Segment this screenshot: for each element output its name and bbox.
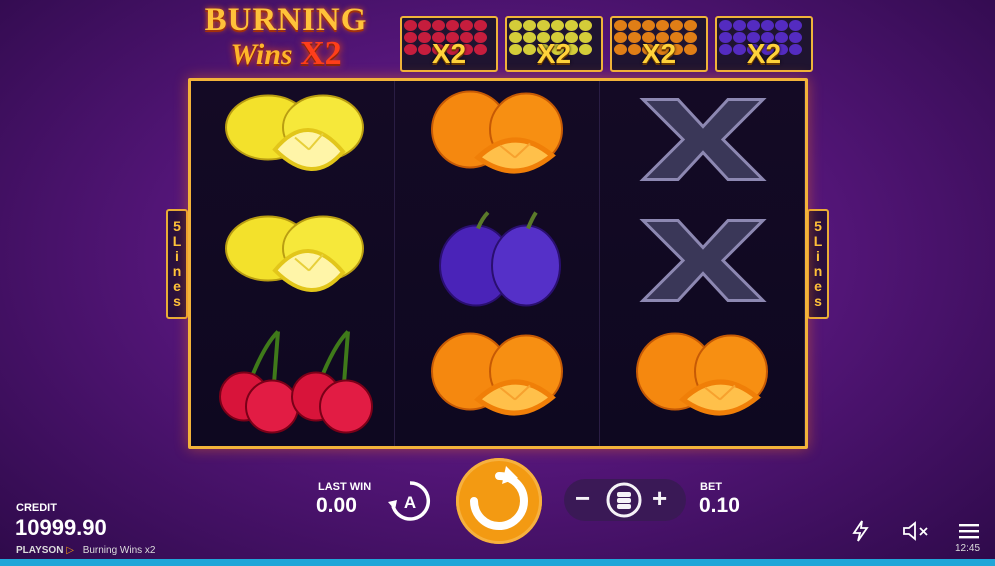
svg-text:A: A [404,493,416,512]
lemon-icon [191,202,395,323]
orange-icon [396,81,600,202]
reel-board [188,78,808,449]
bet-value: 0.10 [699,494,740,517]
menu-button[interactable] [958,520,984,542]
coins-icon[interactable] [604,482,644,518]
multiplier-label: X2 [746,38,782,69]
reel-1 [191,81,395,446]
paylines-indicator-left: 5 L i n e s [166,209,188,319]
bet-label: BET [700,481,722,493]
logo-x2: X2 [300,35,342,72]
multiplier-panel-orange: X2 [610,16,708,72]
multiplier-panel-cherry: X2 [400,16,498,72]
lemon-icon [191,81,395,202]
multiplier-label: X2 [431,38,467,69]
logo-line1: BURNING [204,2,368,38]
credit-value: 10999.90 [15,515,107,540]
game-logo: BURNING Wins X2 [190,4,382,78]
turbo-button[interactable] [850,520,876,542]
multiplier-panel-lemon: X2 [505,16,603,72]
paylines-letter: s [814,293,822,309]
brand-play-icon: ▷ [66,545,74,556]
reel-2 [396,81,600,446]
multiplier-panel-plum: X2 [715,16,813,72]
speaker-muted-icon [903,521,928,541]
bet-stepper: − + [564,479,686,521]
multiplier-label: X2 [641,38,677,69]
paylines-letter: i [816,248,820,264]
last-win-label: LAST WIN [318,481,372,493]
logo-wins: Wins [230,38,293,71]
footer-info: PLAYSON ▷ Burning Wins x2 [16,545,156,556]
paylines-count: 5 [173,218,181,234]
credit-label: CREDIT [16,502,57,514]
paylines-letter: L [813,233,823,249]
brand-logo: PLAYSON [16,545,64,556]
paylines-letter: n [813,263,823,279]
paylines-letter: s [173,293,181,309]
paylines-count: 5 [814,218,822,234]
paylines-letter: n [172,263,182,279]
increase-bet-button[interactable]: + [652,483,667,514]
spin-button[interactable] [456,458,542,544]
spin-icon [470,466,528,530]
paylines-letter: e [173,278,181,294]
orange-icon [601,323,805,444]
x-symbol-icon [601,202,805,323]
paylines-letter: e [814,278,822,294]
logo-line2: Wins X2 [190,37,382,71]
paylines-letter: i [175,248,179,264]
bottom-bar [0,559,995,566]
last-win-value: 0.00 [316,494,357,517]
clock: 12:45 [955,543,981,554]
autoplay-button[interactable]: A [385,478,435,524]
decrease-bet-button[interactable]: − [575,483,590,514]
autoplay-icon: A [388,481,431,521]
orange-icon [396,323,600,444]
lightning-icon [852,520,869,542]
paylines-letter: L [172,233,182,249]
reel-3 [601,81,805,446]
hamburger-icon [959,524,979,539]
plum-icon [396,202,600,323]
cherry-icon [191,323,395,444]
x-symbol-icon [601,81,805,202]
game-name: Burning Wins x2 [82,545,156,556]
multiplier-label: X2 [536,38,572,69]
sound-button[interactable] [902,520,928,542]
paylines-indicator-right: 5 L i n e s [807,209,829,319]
